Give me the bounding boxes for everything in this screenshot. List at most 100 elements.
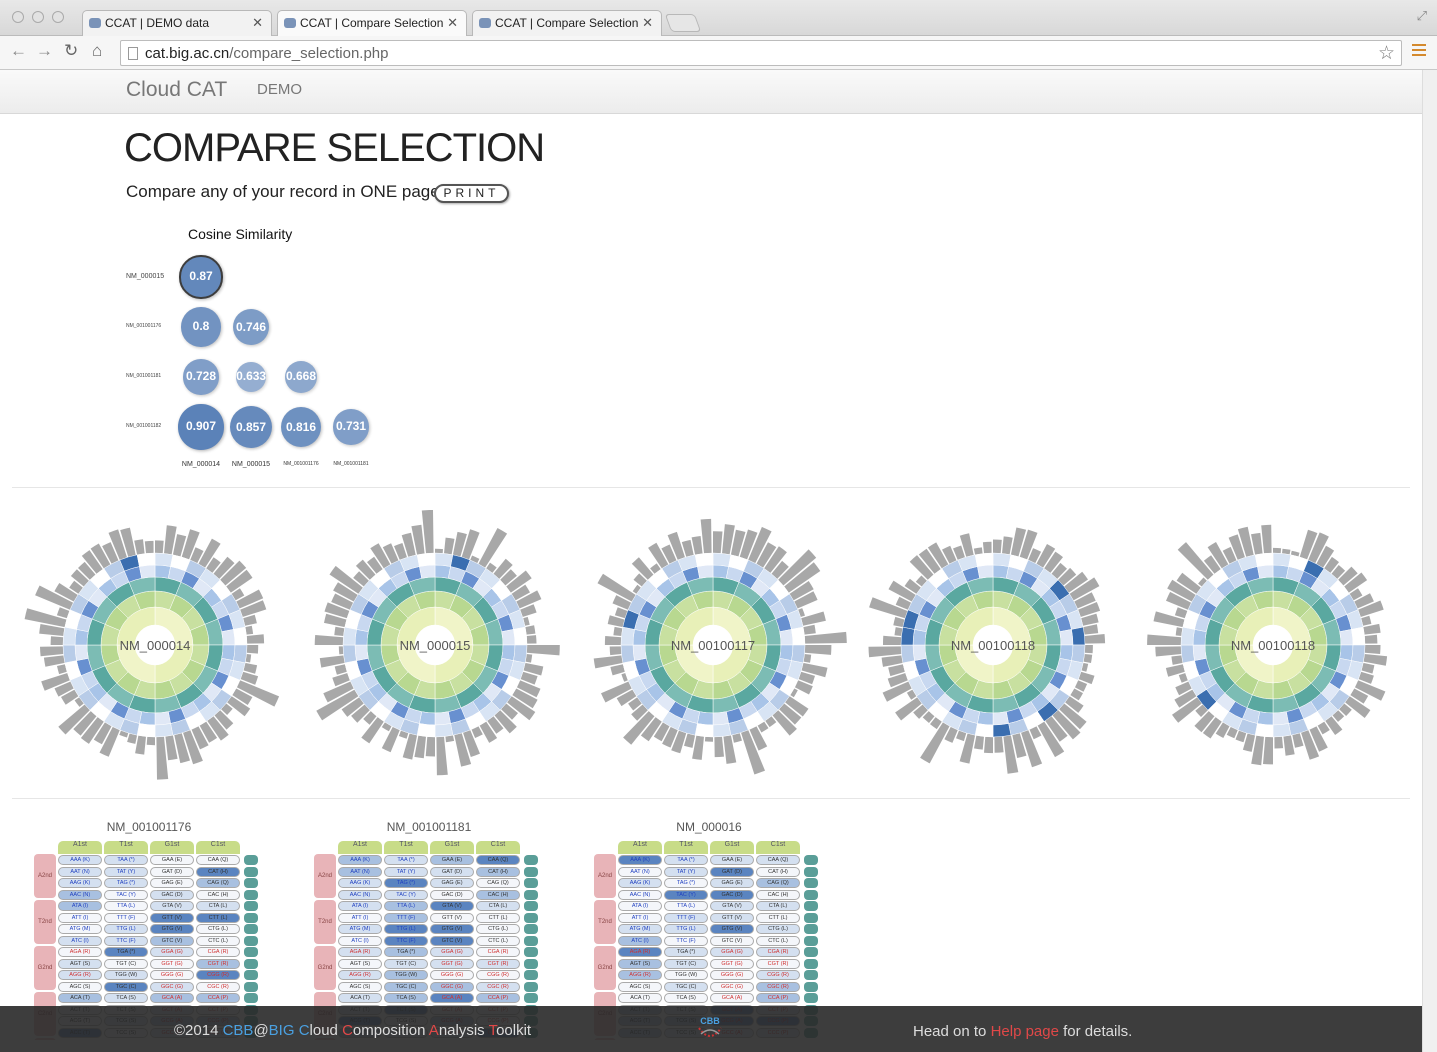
codon-cell[interactable]: ATT (I) [338,912,382,923]
codon-cell[interactable]: GAA (E) [710,855,754,865]
codon-cell[interactable]: GTC (V) [710,935,754,946]
forward-icon[interactable]: → [36,41,53,61]
codon-cell[interactable]: ATG (M) [58,924,102,934]
codon-cell[interactable]: TTG (L) [664,924,708,934]
cbb-link[interactable]: CBB [223,1022,254,1039]
home-icon[interactable]: ⌂ [92,41,102,61]
codon-cell[interactable]: CAC (H) [196,889,240,900]
codon-cell[interactable]: GGT (G) [710,958,754,969]
print-button[interactable]: PRINT [434,184,509,203]
codon-cell[interactable]: AAG (K) [618,878,662,888]
codon-cell[interactable]: TAT (Y) [104,866,148,877]
close-window-icon[interactable] [12,11,24,23]
codon-cell[interactable]: TTA (L) [664,901,708,911]
codon-cell[interactable]: ATT (I) [618,912,662,923]
similarity-bubble[interactable]: 0.731 [333,409,369,445]
address-bar[interactable]: cat.big.ac.cn/compare_selection.php ☆ [120,40,1402,66]
codon-cell[interactable]: TTT (F) [104,912,148,923]
codon-cell[interactable]: CAG (Q) [196,878,240,888]
codon-cell[interactable]: GAT (D) [150,866,194,877]
close-tab-icon[interactable]: ✕ [447,15,458,31]
codon-cell[interactable]: GCA (A) [430,993,474,1003]
codon-cell[interactable]: GAG (E) [430,878,474,888]
codon-cell[interactable]: GAC (D) [150,889,194,900]
codon-cell[interactable]: CAT (H) [196,866,240,877]
close-tab-icon[interactable]: ✕ [642,15,653,31]
codon-cell[interactable]: TGA (*) [384,947,428,957]
codon-cell[interactable]: CGT (R) [196,958,240,969]
codon-cell[interactable]: AGC (S) [58,981,102,992]
codon-cell[interactable]: TTC (F) [664,935,708,946]
codon-cell[interactable]: GGG (G) [150,970,194,980]
codon-cell[interactable]: AGA (R) [338,947,382,957]
codon-cell[interactable]: AAT (N) [338,866,382,877]
codon-cell[interactable]: CGC (R) [476,981,520,992]
codon-cell[interactable]: CTA (L) [196,901,240,911]
similarity-bubble[interactable]: 0.907 [178,404,224,450]
codon-cell[interactable]: TTG (L) [104,924,148,934]
codon-cell[interactable]: CTT (L) [196,912,240,923]
codon-cell[interactable]: TTA (L) [104,901,148,911]
codon-cell[interactable]: TAG (*) [384,878,428,888]
codon-cell[interactable]: TTC (F) [384,935,428,946]
codon-cell[interactable]: GTA (V) [150,901,194,911]
codon-cell[interactable]: GAT (D) [710,866,754,877]
reload-icon[interactable]: ↻ [64,41,78,61]
browser-tab-compare[interactable]: CCAT | Compare Selection ✕ [472,10,662,36]
codon-cell[interactable]: TAA (*) [104,855,148,865]
codon-cell[interactable]: TTT (F) [664,912,708,923]
codon-cell[interactable]: GAT (D) [430,866,474,877]
codon-cell[interactable]: GTG (V) [430,924,474,934]
radial-codon-chart[interactable]: NM_00100117 [578,510,848,780]
codon-cell[interactable]: TGG (W) [664,970,708,980]
codon-cell[interactable]: GGT (G) [430,958,474,969]
codon-cell[interactable]: GTG (V) [150,924,194,934]
similarity-bubble[interactable]: 0.816 [280,406,322,448]
codon-cell[interactable]: CGG (R) [476,970,520,980]
codon-cell[interactable]: TGC (C) [384,981,428,992]
big-link[interactable]: BIG [269,1022,295,1039]
codon-cell[interactable]: AGT (S) [338,958,382,969]
codon-cell[interactable]: ATG (M) [618,924,662,934]
similarity-bubble[interactable]: 0.857 [229,405,273,449]
codon-cell[interactable]: TCA (S) [104,993,148,1003]
codon-cell[interactable]: AAA (K) [338,855,382,865]
codon-cell[interactable]: GGC (G) [430,981,474,992]
codon-cell[interactable]: AGA (R) [58,947,102,957]
codon-cell[interactable]: TAT (Y) [384,866,428,877]
codon-cell[interactable]: CCA (P) [756,993,800,1003]
codon-cell[interactable]: AGC (S) [338,981,382,992]
codon-cell[interactable]: GTA (V) [710,901,754,911]
codon-cell[interactable]: ACA (T) [338,993,382,1003]
codon-cell[interactable]: CTT (L) [756,912,800,923]
codon-cell[interactable]: GGA (G) [150,947,194,957]
codon-cell[interactable]: TGG (W) [104,970,148,980]
similarity-bubble[interactable]: 0.87 [179,255,223,299]
codon-cell[interactable]: CTT (L) [476,912,520,923]
similarity-bubble[interactable]: 0.746 [232,308,270,346]
codon-cell[interactable]: TGC (C) [664,981,708,992]
codon-cell[interactable]: CGT (R) [756,958,800,969]
codon-cell[interactable]: CGA (R) [476,947,520,957]
brand-link[interactable]: Cloud CAT [126,78,227,102]
codon-cell[interactable]: ACA (T) [58,993,102,1003]
codon-cell[interactable]: TGC (C) [104,981,148,992]
codon-cell[interactable]: GAA (E) [150,855,194,865]
codon-cell[interactable]: CAC (H) [756,889,800,900]
codon-cell[interactable]: GCA (A) [150,993,194,1003]
codon-cell[interactable]: GTG (V) [710,924,754,934]
codon-cell[interactable]: TTT (F) [384,912,428,923]
codon-cell[interactable]: ATT (I) [58,912,102,923]
codon-cell[interactable]: TAG (*) [104,878,148,888]
codon-cell[interactable]: GAC (D) [430,889,474,900]
codon-cell[interactable]: ATA (I) [58,901,102,911]
codon-cell[interactable]: CTC (L) [756,935,800,946]
codon-cell[interactable]: TCA (S) [384,993,428,1003]
codon-cell[interactable]: CTC (L) [476,935,520,946]
codon-cell[interactable]: CTG (L) [476,924,520,934]
codon-cell[interactable]: AGG (R) [618,970,662,980]
codon-cell[interactable]: AAA (K) [618,855,662,865]
codon-cell[interactable]: AAC (N) [618,889,662,900]
codon-cell[interactable]: AAT (N) [618,866,662,877]
codon-cell[interactable]: GTA (V) [430,901,474,911]
